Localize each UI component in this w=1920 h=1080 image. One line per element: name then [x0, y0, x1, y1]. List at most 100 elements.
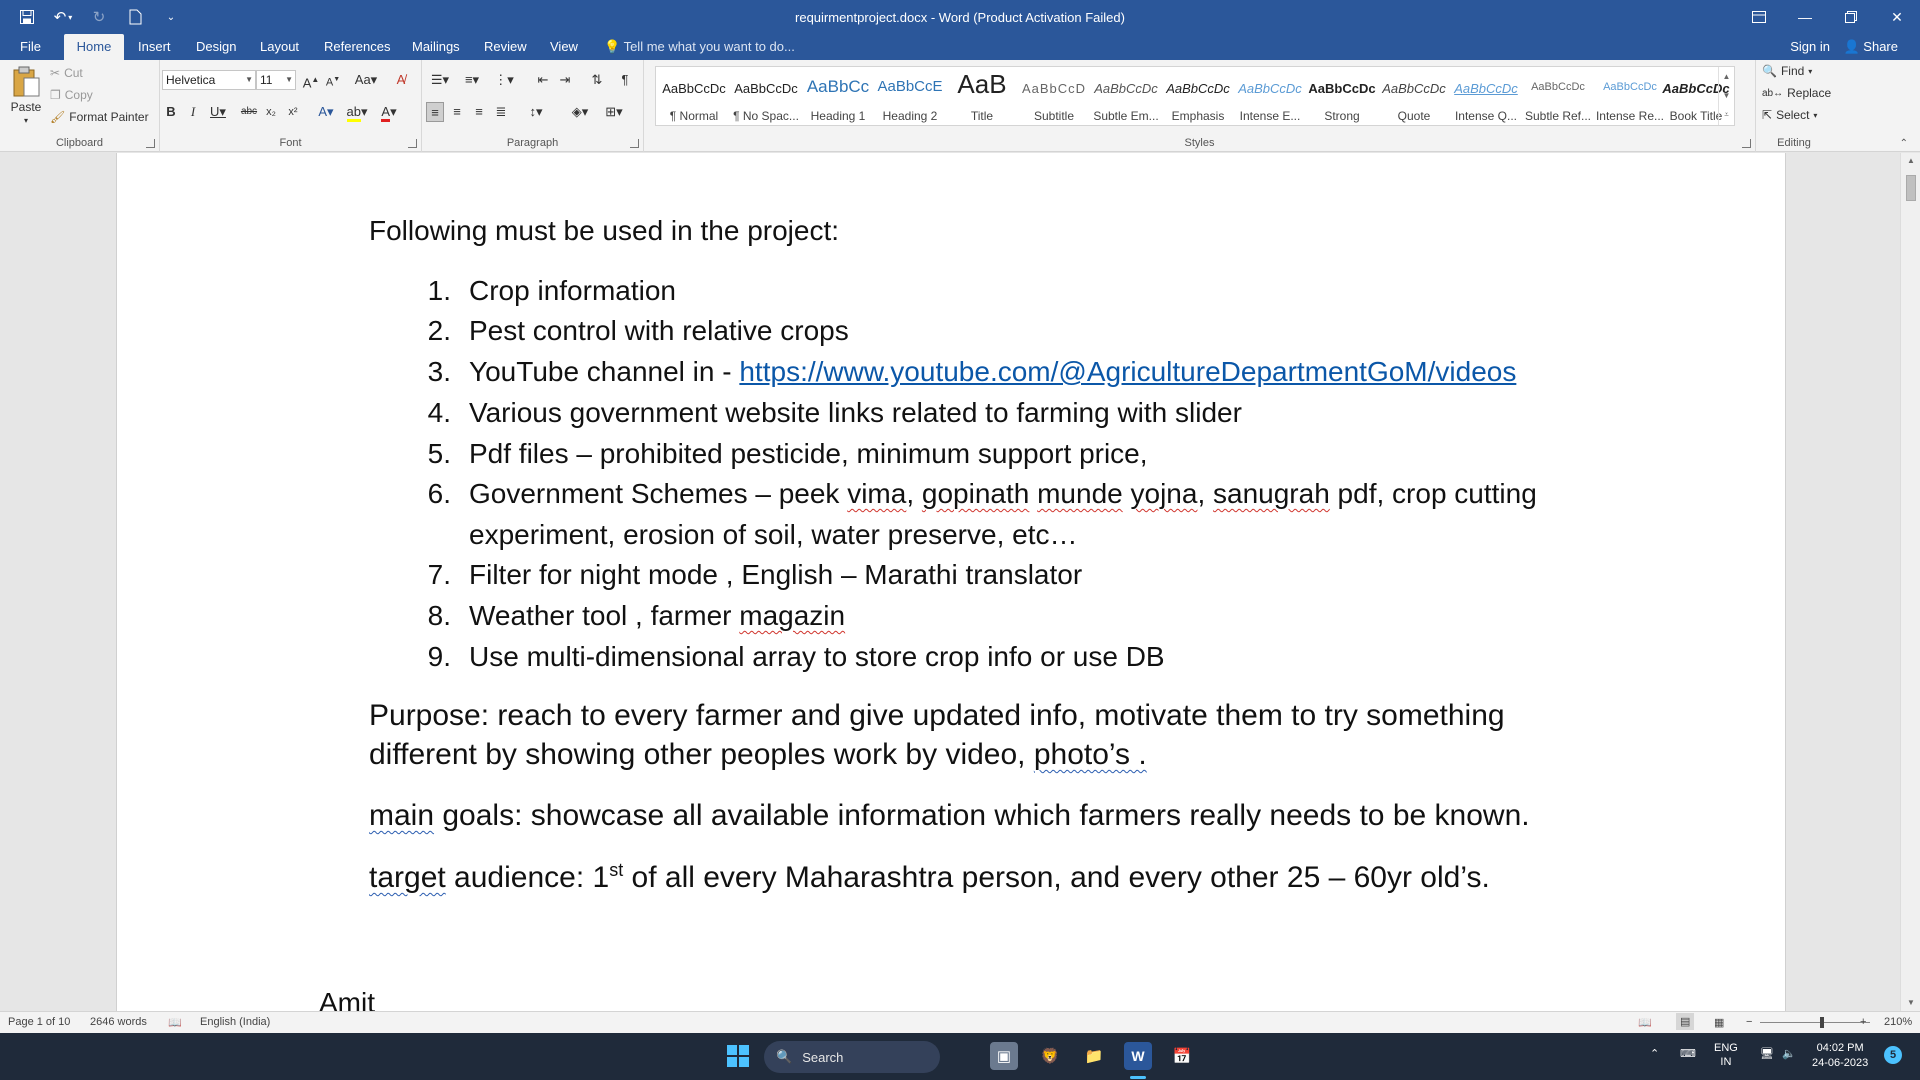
zoom-in-icon[interactable]: + — [1860, 1016, 1866, 1028]
bold-icon[interactable]: B — [162, 102, 180, 122]
volume-icon[interactable]: 🔈 — [1782, 1047, 1796, 1060]
taskbar-search[interactable]: 🔍 Search — [764, 1041, 940, 1073]
youtube-link[interactable]: https://www.youtube.com/@AgricultureDepa… — [739, 356, 1516, 387]
scroll-down-icon[interactable]: ▼ — [1901, 995, 1920, 1011]
style-heading-2[interactable]: AaBbCcE Heading 2 — [874, 67, 946, 125]
shading-icon[interactable]: ◈▾ — [566, 102, 594, 122]
document-page[interactable]: Following must be used in the project: 1… — [116, 153, 1786, 1011]
subscript-icon[interactable]: x₂ — [262, 102, 280, 122]
task-view-icon[interactable]: ▣ — [990, 1042, 1018, 1070]
style-strong[interactable]: AaBbCcDc Strong — [1306, 67, 1378, 125]
style-subtitle[interactable]: AaBbCcD Subtitle — [1018, 67, 1090, 125]
style-quote[interactable]: AaBbCcDc Quote — [1378, 67, 1450, 125]
decrease-indent-icon[interactable]: ⇤ — [534, 70, 552, 90]
styles-launcher-icon[interactable] — [1742, 139, 1751, 148]
superscript-icon[interactable]: x² — [284, 102, 302, 122]
copy-button[interactable]: ❐ Copy — [50, 88, 93, 102]
vertical-scrollbar[interactable]: ▲ ▼ — [1900, 153, 1920, 1011]
highlight-color-icon[interactable]: ab▾ — [344, 102, 370, 122]
scroll-thumb[interactable] — [1906, 175, 1916, 201]
style-normal[interactable]: AaBbCcDc ¶ Normal — [658, 67, 730, 125]
close-button[interactable]: ✕ — [1874, 0, 1920, 34]
text-effects-icon[interactable]: A▾ — [314, 102, 338, 122]
zoom-out-icon[interactable]: − — [1746, 1016, 1752, 1028]
multilevel-list-icon[interactable]: ⋮▾ — [490, 70, 518, 90]
show-formatting-marks-icon[interactable]: ¶ — [616, 70, 634, 90]
style-intense-reference[interactable]: AaBbCcDc Intense Re... — [1594, 67, 1666, 125]
zoom-slider[interactable] — [1760, 1022, 1870, 1023]
web-layout-icon[interactable]: ▦ — [1714, 1016, 1724, 1029]
style-subtle-reference[interactable]: AaBbCcDc Subtle Ref... — [1522, 67, 1594, 125]
cut-button[interactable]: ✂ Cut — [50, 66, 83, 80]
word-count[interactable]: 2646 words — [90, 1016, 147, 1028]
replace-button[interactable]: ab↔ Replace — [1762, 86, 1831, 100]
minimize-button[interactable]: — — [1782, 0, 1828, 34]
misspelled-word[interactable]: gopinath — [922, 478, 1029, 509]
grammar-flag-word[interactable]: photo’s . — [1034, 738, 1147, 771]
align-left-icon[interactable]: ≡ — [426, 102, 444, 122]
language-switcher[interactable]: ENG IN — [1714, 1041, 1738, 1069]
font-size-combo[interactable]: 11 ▼ — [256, 70, 296, 90]
paste-button[interactable]: Paste ▾ — [8, 66, 44, 125]
style-heading-1[interactable]: AaBbCc Heading 1 — [802, 67, 874, 125]
tab-view[interactable]: View — [540, 34, 588, 60]
styles-scroll[interactable]: ▲ ▼ ⩡ — [1718, 67, 1734, 125]
share-button[interactable]: 👤 Share — [1843, 34, 1898, 60]
style-subtle-emphasis[interactable]: AaBbCcDc Subtle Em... — [1090, 67, 1162, 125]
tab-insert[interactable]: Insert — [128, 34, 181, 60]
ribbon-display-options-icon[interactable] — [1736, 0, 1782, 34]
misspelled-word[interactable]: magazin — [739, 600, 845, 631]
underline-icon[interactable]: U▾ — [206, 102, 230, 122]
language-indicator[interactable]: English (India) — [200, 1016, 270, 1028]
style-emphasis[interactable]: AaBbCcDc Emphasis — [1162, 67, 1234, 125]
misspelled-word[interactable]: yojna — [1131, 478, 1198, 509]
align-right-icon[interactable]: ≡ — [470, 102, 488, 122]
tab-mailings[interactable]: Mailings — [402, 34, 470, 60]
zoom-level[interactable]: 210% — [1884, 1016, 1912, 1028]
format-painter-button[interactable]: 🖌 Format Painter — [50, 110, 149, 124]
tell-me-search[interactable]: 💡 Tell me what you want to do... — [604, 34, 795, 60]
read-mode-icon[interactable]: 📖 — [1638, 1016, 1652, 1029]
select-button[interactable]: ⇱ Select ▾ — [1762, 108, 1817, 122]
calendar-app-icon[interactable]: 📅 — [1168, 1042, 1196, 1070]
grow-font-icon[interactable]: A▲ — [302, 70, 320, 90]
style-intense-emphasis[interactable]: AaBbCcDc Intense E... — [1234, 67, 1306, 125]
grammar-flag-word[interactable]: target — [369, 861, 446, 894]
restore-button[interactable] — [1828, 0, 1874, 34]
misspelled-word[interactable]: munde — [1037, 478, 1123, 509]
find-button[interactable]: 🔍 Find ▾ — [1762, 64, 1812, 78]
font-launcher-icon[interactable] — [408, 139, 417, 148]
show-hidden-icons[interactable]: ⌃ — [1650, 1047, 1659, 1060]
numbering-icon[interactable]: ≡▾ — [458, 70, 486, 90]
misspelled-word[interactable]: vima — [847, 478, 906, 509]
print-layout-icon[interactable]: ▤ — [1676, 1013, 1695, 1030]
tab-design[interactable]: Design — [186, 34, 246, 60]
windows-start-icon[interactable] — [724, 1042, 752, 1070]
font-name-combo[interactable]: Helvetica ▼ — [162, 70, 256, 90]
strikethrough-icon[interactable]: abc — [238, 102, 260, 122]
bullets-icon[interactable]: ☰▾ — [426, 70, 454, 90]
notification-badge[interactable]: 5 — [1884, 1046, 1902, 1064]
tab-layout[interactable]: Layout — [250, 34, 309, 60]
tab-review[interactable]: Review — [474, 34, 537, 60]
change-case-icon[interactable]: Aa▾ — [352, 70, 380, 90]
paragraph-launcher-icon[interactable] — [630, 139, 639, 148]
clear-formatting-icon[interactable]: A̸ — [392, 70, 410, 90]
align-center-icon[interactable]: ≡ — [448, 102, 466, 122]
clipboard-launcher-icon[interactable] — [146, 139, 155, 148]
keyboard-icon[interactable]: ⌨ — [1680, 1047, 1696, 1060]
tab-home[interactable]: Home — [64, 34, 124, 60]
chevron-down-icon[interactable]: ▼ — [1719, 86, 1734, 105]
scroll-up-icon[interactable]: ▲ — [1901, 153, 1920, 169]
file-explorer-icon[interactable]: 📁 — [1080, 1042, 1108, 1070]
page-count[interactable]: Page 1 of 10 — [8, 1016, 70, 1028]
paste-dropdown-icon[interactable]: ▾ — [24, 116, 28, 125]
shrink-font-icon[interactable]: A▼ — [324, 70, 342, 90]
clock[interactable]: 04:02 PM 24-06-2023 — [1812, 1041, 1868, 1071]
tab-references[interactable]: References — [314, 34, 400, 60]
line-spacing-icon[interactable]: ↕▾ — [522, 102, 550, 122]
grammar-flag-word[interactable]: main — [369, 799, 434, 832]
increase-indent-icon[interactable]: ⇥ — [556, 70, 574, 90]
style-intense-quote[interactable]: AaBbCcDc Intense Q... — [1450, 67, 1522, 125]
font-color-icon[interactable]: A▾ — [376, 102, 402, 122]
